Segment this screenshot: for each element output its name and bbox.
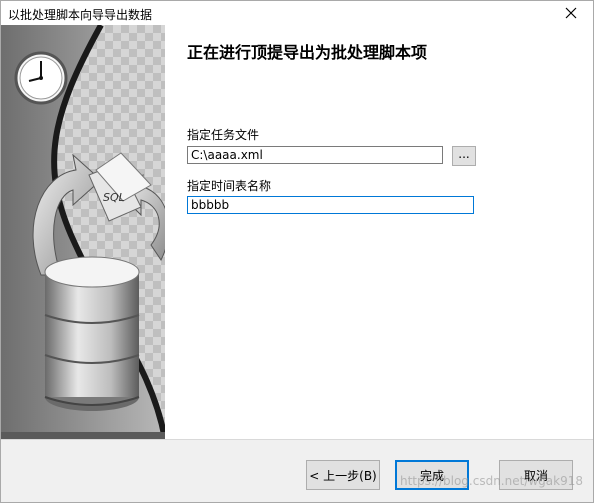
schedule-name-label: 指定时间表名称: [187, 179, 272, 193]
clock-icon: [14, 51, 68, 105]
svg-text:SQL: SQL: [103, 191, 125, 204]
title-bar: 以批处理脚本向导导出数据: [1, 1, 593, 25]
browse-button[interactable]: ...: [452, 146, 476, 166]
export-wizard-window: 以批处理脚本向导导出数据 SQL 正在进行顶提导出为批处理脚本项 指定任务文件 …: [0, 0, 594, 503]
wizard-side-art: SQL: [1, 25, 165, 439]
database-icon: [44, 256, 140, 411]
close-button[interactable]: [549, 1, 593, 25]
wizard-main-panel: 正在进行顶提导出为批处理脚本项 指定任务文件 ... 指定时间表名称: [165, 25, 593, 439]
footer-separator: [1, 439, 593, 440]
watermark: https://blog.csdn.net/wgak918: [400, 474, 583, 488]
close-icon: [565, 7, 577, 19]
wizard-content: SQL 正在进行顶提导出为批处理脚本项 指定任务文件 ... 指定时间表: [1, 25, 593, 439]
task-file-input[interactable]: [187, 146, 443, 164]
schedule-name-input[interactable]: [187, 196, 474, 214]
task-file-label: 指定任务文件: [187, 128, 260, 142]
window-title: 以批处理脚本向导导出数据: [8, 8, 153, 22]
back-button[interactable]: < 上一步(B): [306, 460, 380, 490]
page-heading: 正在进行顶提导出为批处理脚本项: [187, 43, 428, 62]
